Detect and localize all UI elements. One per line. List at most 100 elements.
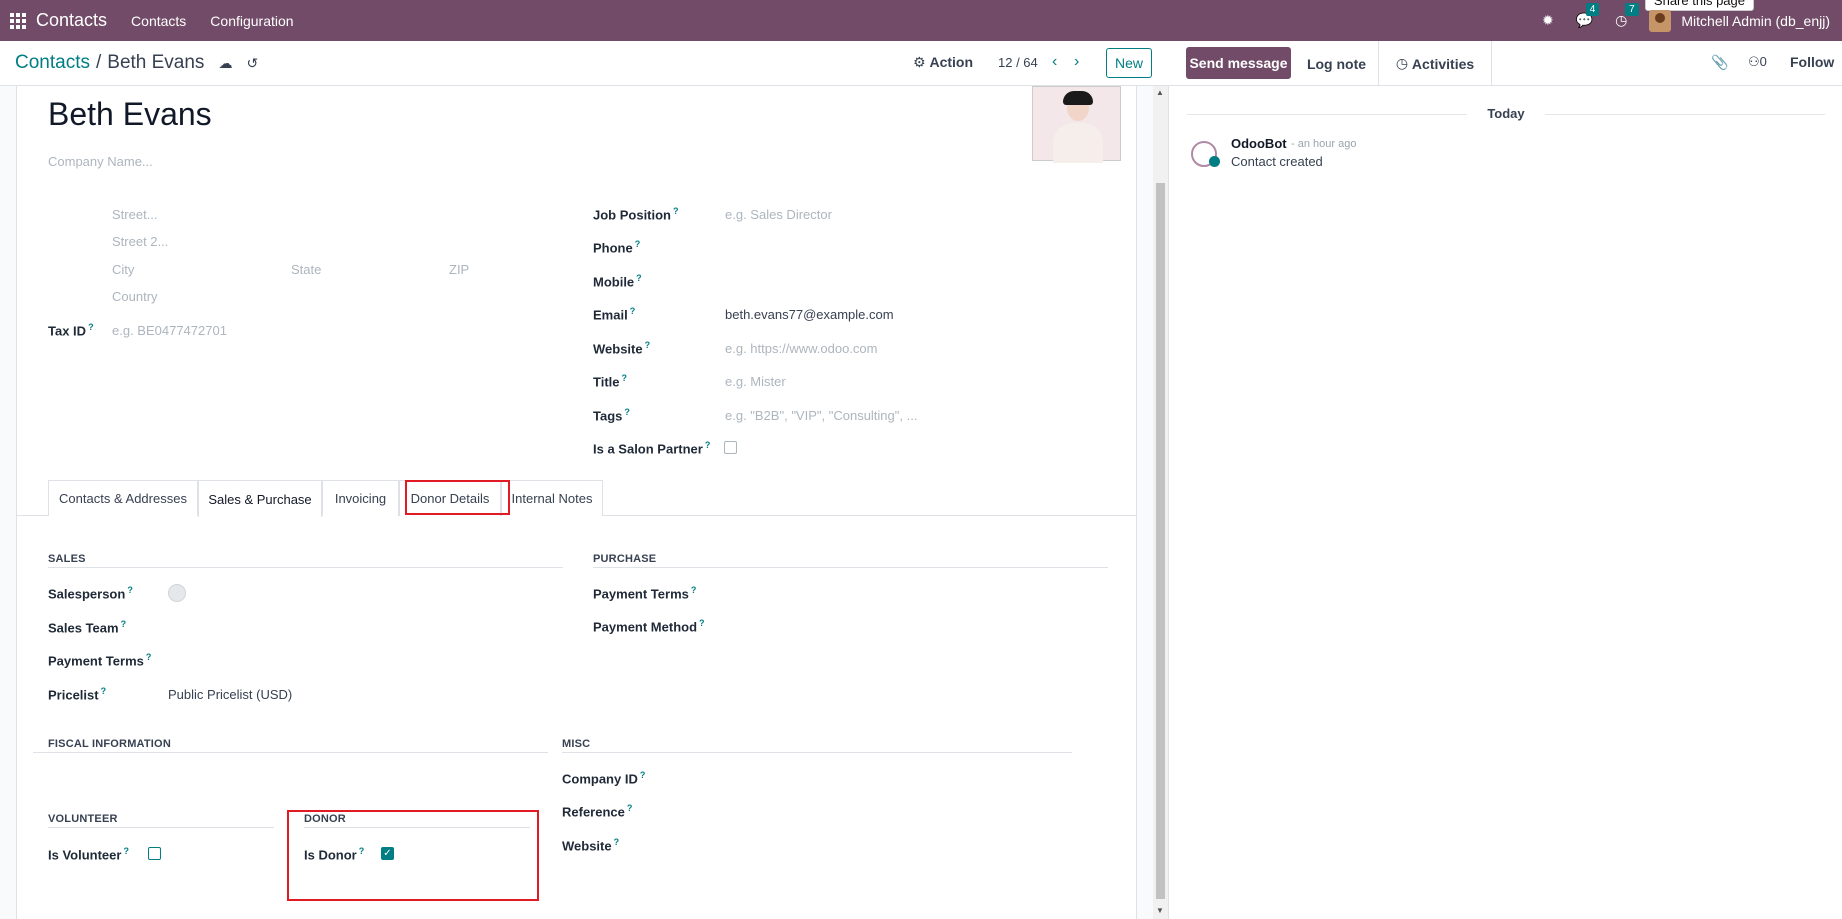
volunteer-section-title: VOLUNTEER bbox=[48, 813, 118, 825]
state-input[interactable]: State bbox=[291, 262, 321, 277]
menu-configuration[interactable]: Configuration bbox=[210, 13, 293, 29]
action-button[interactable]: ⚙ Action bbox=[913, 54, 973, 71]
form-scrollbar[interactable]: ▲ ▼ bbox=[1153, 86, 1168, 919]
salesperson-label: Salesperson? bbox=[48, 585, 133, 602]
tab-sales-purchase[interactable]: Sales & Purchase bbox=[198, 480, 322, 517]
salesperson-avatar[interactable] bbox=[168, 584, 186, 602]
tab-contacts-addresses[interactable]: Contacts & Addresses bbox=[48, 480, 198, 516]
fiscal-divider bbox=[33, 752, 548, 753]
tab-internal-notes[interactable]: Internal Notes bbox=[501, 480, 603, 516]
activities-clock-icon[interactable]: ◷ 7 bbox=[1615, 3, 1639, 29]
messages-badge: 4 bbox=[1585, 3, 1600, 16]
payment-method-label: Payment Method? bbox=[593, 618, 705, 635]
chatter-thread: Today OdooBot - an hour ago Contact crea… bbox=[1168, 86, 1842, 919]
volunteer-divider bbox=[48, 827, 274, 828]
website-label: Website? bbox=[593, 340, 651, 357]
control-panel: Contacts / Beth Evans ☁ ↺ ⚙ Action 12 / … bbox=[0, 41, 1168, 86]
clock-icon: ◷ bbox=[1395, 55, 1412, 71]
tags-label: Tags? bbox=[593, 407, 630, 424]
website-input[interactable]: e.g. https://www.odoo.com bbox=[725, 341, 877, 356]
street-input[interactable]: Street... bbox=[112, 207, 158, 222]
followers-button[interactable]: ⚇0 bbox=[1748, 54, 1767, 70]
activities-badge: 7 bbox=[1625, 3, 1639, 16]
title-label: Title? bbox=[593, 373, 627, 390]
title-input[interactable]: e.g. Mister bbox=[725, 374, 786, 389]
breadcrumb: Contacts / Beth Evans ☁ ↺ bbox=[15, 52, 258, 74]
message-author[interactable]: OdooBot bbox=[1231, 136, 1287, 151]
contact-name[interactable]: Beth Evans bbox=[48, 96, 212, 133]
sales-section-title: SALES bbox=[48, 553, 86, 565]
country-input[interactable]: Country bbox=[112, 289, 158, 304]
breadcrumb-current: Beth Evans bbox=[107, 52, 205, 73]
pager-next-icon[interactable]: › bbox=[1074, 53, 1079, 71]
pricelist-label: Pricelist? bbox=[48, 686, 107, 703]
breadcrumb-contacts[interactable]: Contacts bbox=[15, 52, 90, 74]
form-sheet: Beth Evans Company Name... Street... Str… bbox=[16, 86, 1137, 919]
is-volunteer-checkbox[interactable] bbox=[148, 847, 161, 860]
purchase-divider bbox=[593, 567, 1108, 568]
message-body: Contact created bbox=[1231, 154, 1323, 169]
new-button[interactable]: New bbox=[1106, 48, 1152, 78]
date-separator: Today bbox=[1487, 106, 1525, 121]
breadcrumb-separator: / bbox=[95, 52, 102, 73]
scroll-up-arrow-icon[interactable]: ▲ bbox=[1156, 88, 1164, 97]
reference-label: Reference? bbox=[562, 803, 633, 820]
person-icon: ⚇ bbox=[1748, 54, 1760, 69]
pager-prev-icon[interactable]: ‹ bbox=[1052, 53, 1057, 71]
follow-button[interactable]: Follow bbox=[1790, 54, 1834, 70]
company-name-input[interactable]: Company Name... bbox=[48, 154, 153, 169]
sales-team-label: Sales Team? bbox=[48, 619, 127, 636]
app-name[interactable]: Contacts bbox=[36, 10, 107, 31]
misc-divider bbox=[562, 752, 1072, 753]
tax-id-input[interactable]: e.g. BE0477472701 bbox=[112, 323, 227, 338]
save-cloud-icon[interactable]: ☁ bbox=[218, 55, 232, 72]
purchase-section-title: PURCHASE bbox=[593, 553, 657, 565]
contact-photo[interactable] bbox=[1032, 86, 1121, 163]
pricelist-value[interactable]: Public Pricelist (USD) bbox=[168, 687, 292, 702]
misc-website-label: Website? bbox=[562, 837, 620, 854]
activities-button[interactable]: ◷ Activities bbox=[1379, 41, 1492, 86]
job-position-input[interactable]: e.g. Sales Director bbox=[725, 207, 832, 222]
messages-icon[interactable]: 💬 4 bbox=[1576, 3, 1600, 29]
scroll-down-arrow-icon[interactable]: ▼ bbox=[1156, 906, 1164, 915]
donor-details-tab-highlight bbox=[405, 480, 510, 515]
top-navbar: Contacts Contacts Configuration Share th… bbox=[0, 0, 1842, 41]
message-time: - an hour ago bbox=[1291, 138, 1357, 150]
notebook-tabs: Contacts & Addresses Sales & Purchase In… bbox=[17, 480, 1136, 517]
city-input[interactable]: City bbox=[112, 262, 134, 277]
mobile-label: Mobile? bbox=[593, 273, 642, 290]
scroll-thumb[interactable] bbox=[1156, 183, 1165, 899]
tags-input[interactable]: e.g. "B2B", "VIP", "Consulting", ... bbox=[725, 408, 917, 423]
user-avatar[interactable] bbox=[1649, 9, 1672, 32]
tax-id-label: Tax ID? bbox=[48, 322, 94, 339]
debug-bug-icon[interactable]: ✹ bbox=[1542, 12, 1554, 29]
email-label: Email? bbox=[593, 306, 636, 323]
payment-terms-label: Payment Terms? bbox=[48, 652, 152, 669]
pager-value[interactable]: 12 / 64 bbox=[998, 55, 1038, 70]
tab-invoicing[interactable]: Invoicing bbox=[322, 480, 399, 516]
donor-group-highlight bbox=[287, 810, 539, 901]
zip-input[interactable]: ZIP bbox=[449, 262, 469, 277]
misc-section-title: MISC bbox=[562, 738, 591, 750]
log-note-button[interactable]: Log note bbox=[1295, 41, 1379, 86]
menu-contacts[interactable]: Contacts bbox=[131, 13, 186, 29]
discard-undo-icon[interactable]: ↺ bbox=[246, 55, 258, 72]
salon-partner-checkbox[interactable] bbox=[724, 441, 737, 454]
chatter-header: Send message Log note ◷ Activities 📎 ⚇0 … bbox=[1168, 41, 1842, 86]
gear-icon: ⚙ bbox=[913, 54, 926, 70]
sales-divider bbox=[48, 567, 563, 568]
apps-menu-icon[interactable] bbox=[0, 0, 36, 41]
attachment-paperclip-icon[interactable]: 📎 bbox=[1711, 54, 1728, 71]
form-view: Beth Evans Company Name... Street... Str… bbox=[0, 86, 1168, 919]
email-input[interactable]: beth.evans77@example.com bbox=[725, 307, 894, 322]
street2-input[interactable]: Street 2... bbox=[112, 234, 168, 249]
salon-partner-label: Is a Salon Partner? bbox=[593, 440, 711, 457]
fiscal-section-title: FISCAL INFORMATION bbox=[48, 738, 171, 750]
job-position-label: Job Position? bbox=[593, 206, 679, 223]
purchase-payment-terms-label: Payment Terms? bbox=[593, 585, 697, 602]
send-message-button[interactable]: Send message bbox=[1186, 47, 1291, 79]
is-volunteer-label: Is Volunteer? bbox=[48, 846, 129, 863]
heart-icon bbox=[1209, 156, 1220, 167]
company-id-label: Company ID? bbox=[562, 770, 646, 787]
user-menu[interactable]: Mitchell Admin (db_enjj) bbox=[1681, 13, 1830, 29]
